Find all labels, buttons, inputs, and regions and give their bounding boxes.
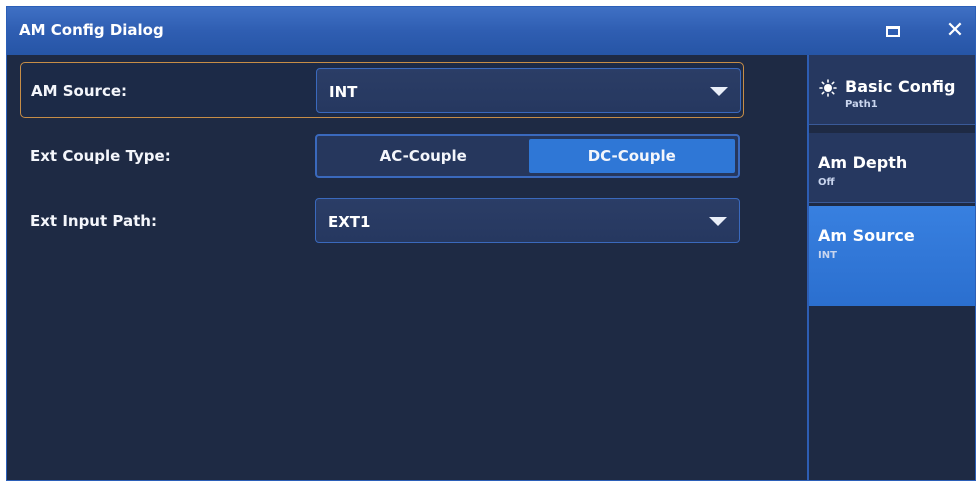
ext-input-path-value: EXT1 bbox=[328, 213, 371, 231]
dc-couple-option[interactable]: DC-Couple bbox=[528, 139, 735, 173]
config-panel: AM Source: INT Ext Couple Type: AC-Coupl… bbox=[15, 55, 807, 480]
sidebar-item-sub: Off bbox=[818, 177, 835, 188]
sidebar-item-sub: Path1 bbox=[845, 99, 878, 110]
am-config-dialog: AM Config Dialog ✕ AM Source: INT Ext Co… bbox=[6, 6, 976, 481]
sidebar-item-am-source[interactable]: Am Source INT bbox=[809, 206, 975, 306]
ext-input-path-dropdown[interactable]: EXT1 bbox=[315, 198, 740, 243]
ext-couple-type-row: Ext Couple Type: AC-Couple DC-Couple bbox=[20, 128, 744, 184]
sidebar-item-label: Am Source bbox=[818, 226, 915, 245]
sidebar-item-label: Basic Config bbox=[845, 77, 956, 96]
maximize-icon bbox=[886, 25, 900, 37]
title-bar: AM Config Dialog ✕ bbox=[7, 7, 975, 55]
sidebar-item-am-depth[interactable]: Am Depth Off bbox=[809, 133, 975, 203]
am-source-value: INT bbox=[329, 83, 358, 101]
sidebar-item-basic-config[interactable]: Basic Config Path1 bbox=[809, 55, 975, 125]
sidebar-item-sub: INT bbox=[818, 250, 837, 261]
close-button[interactable]: ✕ bbox=[939, 15, 971, 47]
ext-input-path-row: Ext Input Path: EXT1 bbox=[20, 193, 744, 249]
chevron-down-icon bbox=[710, 87, 728, 96]
close-icon: ✕ bbox=[945, 18, 965, 43]
chevron-down-icon bbox=[709, 217, 727, 226]
gear-icon bbox=[819, 79, 837, 97]
dialog-title: AM Config Dialog bbox=[19, 21, 164, 39]
maximize-button[interactable] bbox=[877, 15, 909, 47]
sidebar-item-label: Am Depth bbox=[818, 153, 908, 172]
ext-couple-type-toggle: AC-Couple DC-Couple bbox=[315, 134, 740, 178]
ext-input-path-label: Ext Input Path: bbox=[30, 212, 157, 230]
am-source-label: AM Source: bbox=[31, 82, 128, 100]
ext-couple-type-label: Ext Couple Type: bbox=[30, 147, 171, 165]
am-source-row: AM Source: INT bbox=[20, 62, 744, 118]
sidebar-menu: Basic Config Path1 Am Depth Off Am Sourc… bbox=[809, 55, 975, 480]
am-source-dropdown[interactable]: INT bbox=[316, 68, 741, 113]
ac-couple-option[interactable]: AC-Couple bbox=[320, 139, 527, 173]
